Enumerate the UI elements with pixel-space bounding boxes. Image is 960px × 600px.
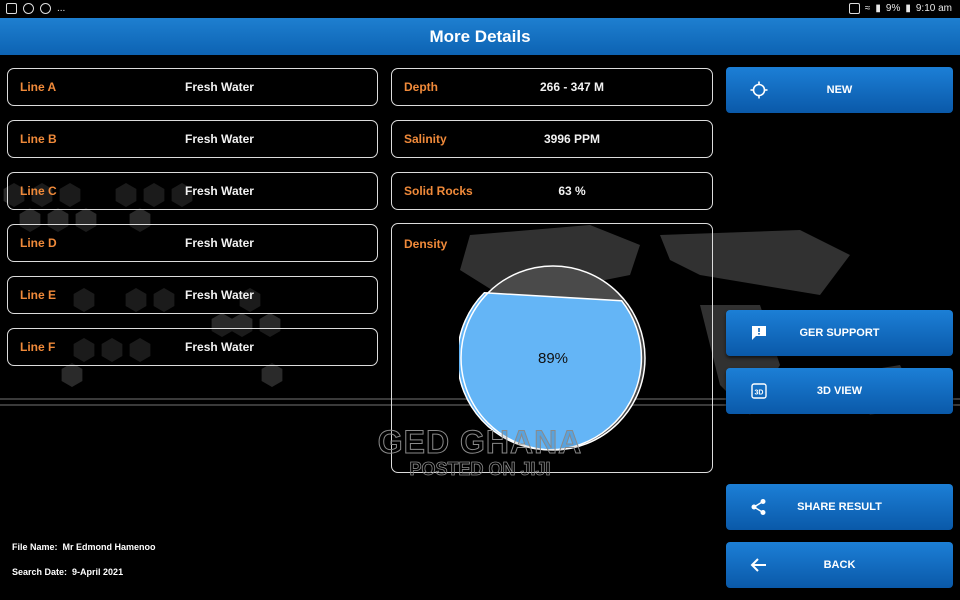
salinity-row: Salinity 3996 PPM bbox=[391, 120, 713, 158]
detail-value: 266 - 347 M bbox=[539, 80, 605, 94]
settings-icon bbox=[23, 3, 34, 14]
line-value: Fresh Water bbox=[185, 132, 254, 146]
image-icon bbox=[6, 3, 17, 14]
3d-view-icon: 3D bbox=[751, 383, 767, 399]
line-label: Line C bbox=[20, 184, 57, 198]
line-a-row: Line A Fresh Water bbox=[7, 68, 378, 106]
3d-view-button-label: 3D VIEW bbox=[816, 385, 863, 397]
line-label: Line F bbox=[20, 340, 56, 354]
alarm-icon bbox=[848, 3, 860, 14]
line-c-row: Line C Fresh Water bbox=[7, 172, 378, 210]
battery-level: 9% bbox=[885, 3, 901, 14]
file-name-value: Mr Edmond Hamenoo bbox=[62, 542, 156, 552]
detail-label: Depth bbox=[404, 80, 438, 94]
search-date-label: Search Date: bbox=[12, 567, 68, 577]
detail-value: 63 % bbox=[558, 184, 586, 198]
line-value: Fresh Water bbox=[185, 80, 254, 94]
watermark-line-2: POSTED ON JIJI bbox=[409, 459, 551, 480]
detail-label: Salinity bbox=[404, 132, 447, 146]
line-label: Line D bbox=[20, 236, 57, 250]
status-bar: ... ≈ ▮ 9% ▮ 9:10 am bbox=[0, 0, 960, 18]
page-title-bar: More Details bbox=[0, 18, 960, 55]
line-value: Fresh Water bbox=[185, 184, 254, 198]
feedback-icon bbox=[752, 326, 766, 340]
file-name-label: File Name: bbox=[12, 542, 58, 552]
watermark: GED GHANA POSTED ON JIJI bbox=[330, 424, 630, 480]
search-date-info: Search Date: 9-April 2021 bbox=[12, 567, 123, 577]
line-d-row: Line D Fresh Water bbox=[7, 224, 378, 262]
detail-value: 3996 PPM bbox=[543, 132, 601, 146]
search-date-value: 9-April 2021 bbox=[72, 567, 124, 577]
wifi-icon: ≈ bbox=[864, 3, 871, 14]
share-result-button-label: SHARE RESULT bbox=[797, 501, 882, 513]
page-title: More Details bbox=[429, 26, 531, 46]
signal-icon: ▮ bbox=[875, 3, 881, 14]
share-icon bbox=[751, 499, 766, 515]
line-value: Fresh Water bbox=[185, 288, 254, 302]
density-percent-label: 89% bbox=[538, 350, 568, 367]
solid-rocks-row: Solid Rocks 63 % bbox=[391, 172, 713, 210]
line-label: Line B bbox=[20, 132, 57, 146]
hexagon-shape bbox=[261, 363, 283, 387]
support-button[interactable]: GER SUPPORT bbox=[726, 310, 953, 356]
line-label: Line E bbox=[20, 288, 57, 302]
new-button[interactable]: NEW bbox=[726, 67, 953, 113]
new-button-label: NEW bbox=[826, 84, 853, 96]
support-button-label: GER SUPPORT bbox=[799, 327, 880, 339]
back-button[interactable]: BACK bbox=[726, 542, 953, 588]
more-notifications: ... bbox=[57, 3, 66, 14]
line-value: Fresh Water bbox=[185, 340, 254, 354]
battery-icon: ▮ bbox=[905, 3, 911, 14]
line-label: Line A bbox=[20, 80, 57, 94]
line-f-row: Line F Fresh Water bbox=[7, 328, 378, 366]
clock: 9:10 am bbox=[915, 3, 952, 14]
file-name-info: File Name: Mr Edmond Hamenoo bbox=[12, 542, 156, 552]
share-result-button[interactable]: SHARE RESULT bbox=[726, 484, 953, 530]
back-button-label: BACK bbox=[823, 559, 856, 571]
hexagon-shape bbox=[61, 363, 83, 387]
crosshair-icon bbox=[750, 81, 768, 99]
depth-row: Depth 266 - 347 M bbox=[391, 68, 713, 106]
svg-text:3D: 3D bbox=[755, 390, 764, 397]
watermark-line-1: GED GHANA bbox=[377, 424, 583, 461]
arrow-left-icon bbox=[750, 558, 766, 572]
detail-label: Solid Rocks bbox=[404, 184, 473, 198]
line-value: Fresh Water bbox=[185, 236, 254, 250]
line-e-row: Line E Fresh Water bbox=[7, 276, 378, 314]
line-b-row: Line B Fresh Water bbox=[7, 120, 378, 158]
density-label: Density bbox=[404, 237, 448, 251]
compass-icon bbox=[40, 3, 51, 14]
3d-view-button[interactable]: 3D 3D VIEW bbox=[726, 368, 953, 414]
